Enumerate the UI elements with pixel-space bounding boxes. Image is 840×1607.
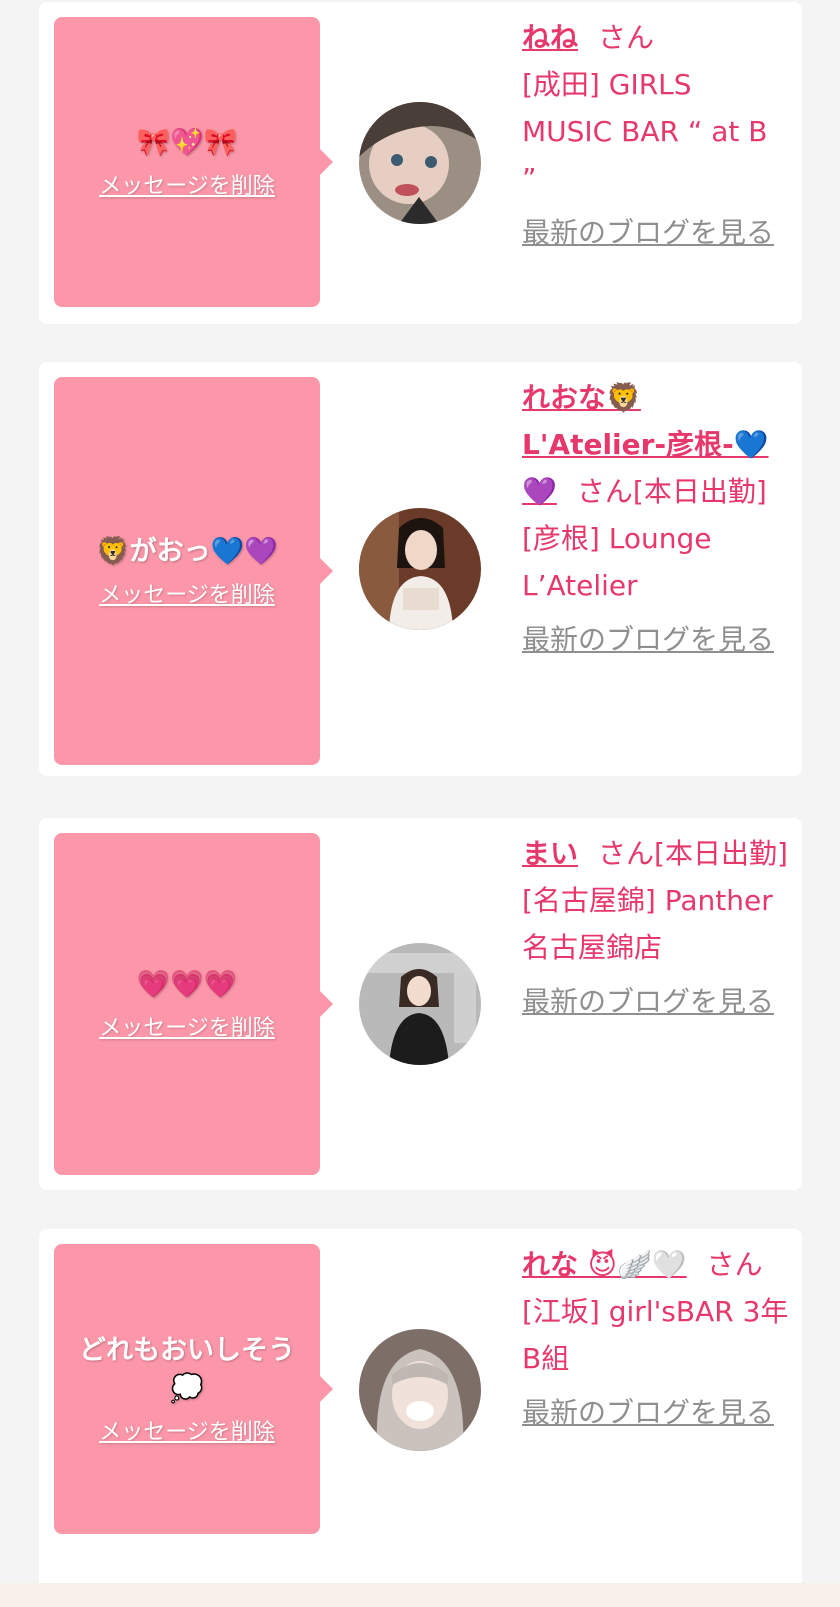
message-card: 💗💗💗 メッセージを削除 まい さん[本日出勤] [名古屋錦] Panther 名… [39,818,802,1190]
girl-info: れな 😈🪽🤍 さん [江坂] girl'sBAR 3年B組 最新のブログを見る [522,1241,790,1435]
shop-info: [江坂] girl'sBAR 3年B組 [522,1295,789,1375]
avatar[interactable] [359,102,481,224]
latest-blog-link[interactable]: 最新のブログを見る [522,1390,790,1435]
message-card: 🎀💖🎀 メッセージを削除 ねね さん [成田] GIRLS MUSIC BAR “… [39,2,802,324]
girl-info: まい さん[本日出勤] [名古屋錦] Panther 名古屋錦店 最新のブログを見… [522,830,790,1024]
message-bubble: どれもおいしそう💭 メッセージを削除 [54,1244,333,1534]
avatar[interactable] [359,943,481,1065]
honorific: さん [706,1248,763,1281]
honorific: さん [576,475,633,508]
shop-info: [成田] GIRLS MUSIC BAR “ at B ” [522,68,768,195]
message-text: 🦁がおっ💙💜 [96,536,278,567]
girl-name-link[interactable]: れな 😈🪽🤍 [522,1248,687,1281]
message-text: 💗💗💗 [136,969,238,1000]
message-card: どれもおいしそう💭 メッセージを削除 れな 😈🪽🤍 さん [江坂] girl'sB… [39,1229,802,1589]
message-card: 🦁がおっ💙💜 メッセージを削除 れおな🦁 L'Atelier-彦根-💙💜 さん[本… [39,362,802,776]
delete-message-link[interactable]: メッセージを削除 [99,1414,275,1446]
girl-name-link[interactable]: ねね [522,21,578,54]
shop-info: [彦根] Lounge L’Atelier [522,522,712,602]
shop-info: [名古屋錦] Panther 名古屋錦店 [522,884,773,964]
delete-message-link[interactable]: メッセージを削除 [99,577,275,609]
latest-blog-link[interactable]: 最新のブログを見る [522,210,790,255]
message-text: 🎀💖🎀 [136,127,238,158]
bottom-bar [0,1583,840,1607]
honorific: さん [598,837,655,870]
message-bubble: 💗💗💗 メッセージを削除 [54,833,333,1175]
message-text: どれもおいしそう💭 [79,1335,295,1404]
message-bubble: 🎀💖🎀 メッセージを削除 [54,17,333,307]
girl-info: ねね さん [成田] GIRLS MUSIC BAR “ at B ” 最新のブロ… [522,14,790,255]
work-status: [本日出勤] [654,837,788,870]
honorific: さん [598,21,655,54]
avatar[interactable] [359,508,481,630]
message-bubble: 🦁がおっ💙💜 メッセージを削除 [54,377,333,765]
avatar[interactable] [359,1329,481,1451]
delete-message-link[interactable]: メッセージを削除 [99,1010,275,1042]
latest-blog-link[interactable]: 最新のブログを見る [522,617,790,662]
girl-name-link[interactable]: まい [522,837,578,870]
work-status: [本日出勤] [632,475,767,508]
latest-blog-link[interactable]: 最新のブログを見る [522,979,790,1024]
girl-info: れおな🦁 L'Atelier-彦根-💙💜 さん[本日出勤] [彦根] Lounge… [522,374,790,662]
delete-message-link[interactable]: メッセージを削除 [99,168,275,200]
